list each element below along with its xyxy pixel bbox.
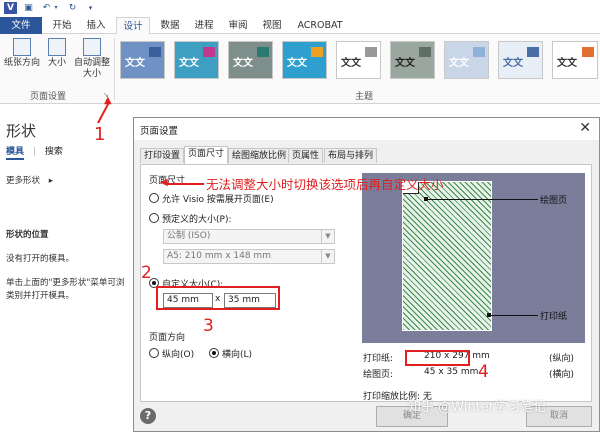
page-setup-group-label: 页面设置: [30, 92, 67, 102]
drawing-page-orientation: (横向): [549, 370, 575, 380]
tab-drawing-scale[interactable]: 绘图缩放比例: [228, 148, 291, 163]
grow-as-needed-label: 允许 Visio 按需展开页面(E): [162, 195, 274, 205]
no-stencils-text: 没有打开的模具。: [6, 254, 75, 264]
tab-print-setup[interactable]: 打印设置: [140, 148, 185, 163]
annotation-arrow-1-head: ▲: [104, 95, 112, 106]
annotation-box-custom-size: [156, 286, 280, 310]
portrait-radio[interactable]: [149, 348, 159, 358]
drawing-page-label: 绘图页:: [363, 370, 394, 380]
orientation-section-label: 页面方向: [149, 333, 186, 343]
tab-design[interactable]: 设计: [116, 17, 150, 35]
theme-thumbnail[interactable]: 文文: [174, 41, 219, 79]
tab-data[interactable]: 数据: [156, 17, 184, 34]
dialog-title: 页面设置: [140, 126, 179, 137]
tab-stencils[interactable]: 模具: [6, 147, 25, 160]
size-icon: [48, 38, 66, 56]
auto-size-icon: [83, 38, 101, 56]
save-icon[interactable]: ▣: [22, 2, 35, 14]
theme-thumbnail[interactable]: 文文: [552, 41, 598, 79]
annotation-number-1: 1: [94, 124, 106, 145]
chevron-down-icon: ▼: [321, 230, 334, 243]
printer-paper-label: 打印纸:: [363, 354, 394, 364]
annotation-number-2: 2: [141, 263, 152, 283]
shapes-panel-title: 形状: [6, 122, 37, 140]
chevron-down-icon: ▼: [321, 250, 334, 263]
tab-search[interactable]: 搜索: [45, 147, 63, 157]
tab-home[interactable]: 开始: [48, 17, 76, 34]
standard-select[interactable]: 公制 (ISO) ▼: [163, 229, 335, 244]
shapes-panel-tabs: 模具 | 搜索: [6, 144, 63, 160]
auto-size-label-1: 自动调整: [73, 58, 110, 68]
tab-page-size[interactable]: 页面尺寸: [184, 146, 229, 164]
auto-size-label-2: 大小: [82, 69, 101, 79]
close-icon[interactable]: ✕: [579, 120, 591, 136]
theme-thumbnail[interactable]: 文文: [282, 41, 327, 79]
hint-text-2: 类别并打开模具。: [6, 291, 75, 301]
printer-paper-preview-label: 打印纸: [540, 312, 568, 322]
tab-file[interactable]: 文件: [0, 17, 42, 34]
landscape-radio[interactable]: [209, 348, 219, 358]
dialog-content: 页面尺寸 允许 Visio 按需展开页面(E) 预定义的大小(P): 公制 (I…: [140, 164, 592, 402]
tab-insert[interactable]: 插入: [82, 17, 110, 34]
theme-thumbnail[interactable]: 文文: [444, 41, 489, 79]
page-setup-dialog: 页面设置 ✕ 打印设置 页面尺寸 绘图缩放比例 页属性 布局与排列 页面尺寸 允…: [133, 117, 600, 432]
title-bar: V ▣ ↶ ▾ ↻ ▾: [0, 0, 600, 17]
theme-thumbnail[interactable]: 文文: [228, 41, 273, 79]
ribbon: 纸张方向 大小 自动调整 大小 页面设置 ↘ 文文 文文 文文 文文 文文 文文…: [0, 34, 600, 104]
annotation-box-drawing-page: [405, 350, 470, 366]
orientation-label: 纸张方向: [3, 58, 40, 68]
more-shapes-menu[interactable]: 更多形状 ▸: [6, 174, 53, 186]
tab-page-properties[interactable]: 页属性: [288, 148, 324, 163]
landscape-label: 横向(L): [222, 350, 253, 360]
drawing-page-value: 45 x 35 mm: [424, 367, 479, 377]
page-preview: 绘图页 打印纸: [362, 173, 585, 343]
theme-thumbnail[interactable]: 文文: [120, 41, 165, 79]
grow-as-needed-radio[interactable]: [149, 193, 159, 203]
annotation-note: 无法调整大小时切换该选项后再自定义大小: [206, 177, 444, 192]
size-label: 大小: [47, 58, 66, 68]
drawing-page-preview-label: 绘图页: [540, 196, 568, 206]
predefined-size-radio[interactable]: [149, 213, 159, 223]
dialog-title-bar: 页面设置 ✕: [134, 118, 599, 140]
paper-size-select[interactable]: A5: 210 mm x 148 mm ▼: [163, 249, 335, 264]
help-icon[interactable]: ?: [140, 408, 156, 424]
annotation-arrow-note-head: ◀: [160, 177, 168, 188]
portrait-label: 纵向(O): [162, 350, 195, 360]
theme-thumbnail[interactable]: 文文: [390, 41, 435, 79]
theme-thumbnail[interactable]: 文文: [498, 41, 543, 79]
visio-app-icon: V: [4, 2, 17, 14]
ribbon-separator: [114, 38, 115, 100]
section-title: 形状的位置: [6, 230, 49, 240]
tab-layout-routing[interactable]: 布局与排列: [324, 148, 378, 163]
watermark: 知乎 @Winter学习笔记: [408, 400, 546, 415]
orientation-button[interactable]: 纸张方向: [2, 38, 42, 69]
themes-group-label: 主题: [355, 92, 374, 102]
tab-process[interactable]: 进程: [190, 17, 218, 34]
printer-paper-orientation: (纵向): [549, 354, 575, 364]
tab-review[interactable]: 审阅: [224, 17, 252, 34]
shapes-panel: 形状 模具 | 搜索 更多形状 ▸ 形状的位置 没有打开的模具。 单击上面的"更…: [0, 104, 130, 432]
orientation-icon: [13, 38, 31, 56]
annotation-number-3: 3: [203, 316, 214, 336]
annotation-arrow-note: [166, 183, 204, 185]
annotation-number-4: 4: [478, 362, 489, 382]
theme-thumbnail[interactable]: 文文: [336, 41, 381, 79]
redo-icon[interactable]: ↻: [66, 2, 79, 14]
ribbon-tab-row: 文件 开始 插入 设计 数据 进程 审阅 视图 ACROBAT: [0, 17, 600, 35]
customize-icon[interactable]: ▾: [84, 2, 97, 14]
undo-dropdown-icon[interactable]: ▾: [52, 2, 60, 14]
printer-paper-preview: [402, 181, 492, 331]
tab-acrobat[interactable]: ACROBAT: [292, 17, 348, 34]
hint-text-1: 单击上面的"更多形状"菜单可浏: [6, 278, 125, 288]
tab-view[interactable]: 视图: [258, 17, 286, 34]
predefined-size-label: 预定义的大小(P):: [162, 215, 232, 225]
chevron-right-icon: ▸: [48, 176, 53, 186]
size-button[interactable]: 大小: [44, 38, 70, 69]
auto-size-button[interactable]: 自动调整 大小: [72, 38, 112, 80]
